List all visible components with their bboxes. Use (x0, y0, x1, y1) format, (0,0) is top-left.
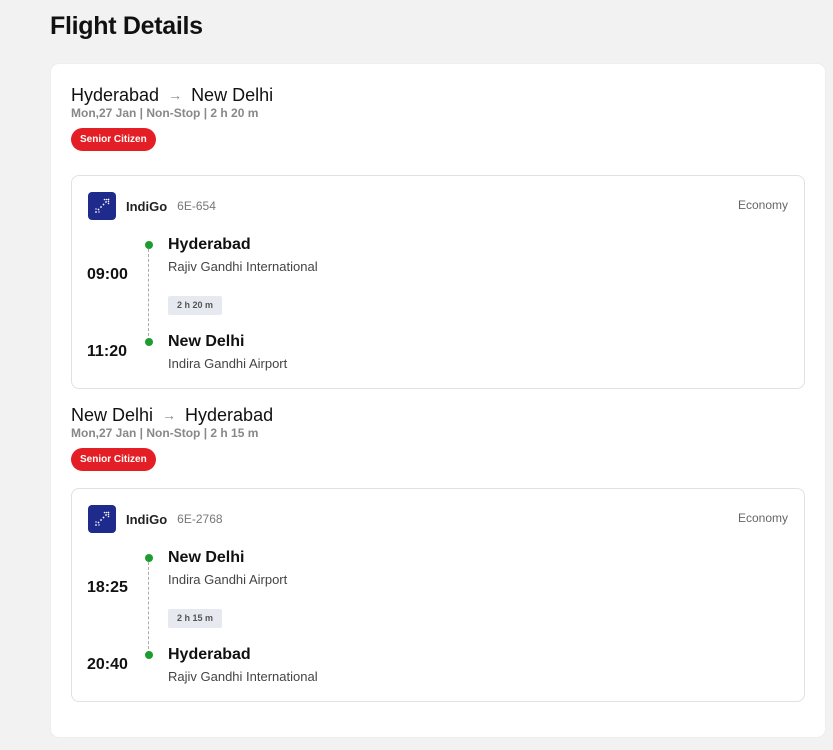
arrow-right-icon: → (162, 407, 177, 423)
journey-info: Mon,27 Jan | Non-Stop | 2 h 20 m (71, 106, 259, 120)
airline-name: IndiGo (126, 511, 168, 527)
route-destination: Hyderabad (185, 405, 274, 425)
route-origin: New Delhi (71, 405, 154, 425)
arrival-time: 20:40 (87, 656, 128, 673)
journey-info: Mon,27 Jan | Non-Stop | 2 h 15 m (71, 426, 259, 440)
route-title: Hyderabad → New Delhi (71, 84, 805, 106)
senior-citizen-badge: Senior Citizen (71, 448, 156, 471)
departure-time: 18:25 (87, 579, 128, 596)
airline-info: IndiGo 6E-2768 (88, 505, 223, 533)
arrival-dot-icon (145, 338, 153, 346)
route-line (148, 249, 149, 341)
journey-onward: Hyderabad → New Delhi Mon,27 Jan | Non-S… (71, 84, 805, 151)
arrival-airport: Indira Gandhi Airport (168, 356, 288, 371)
duration-badge: 2 h 20 m (168, 296, 223, 315)
arrival-city: Hyderabad (168, 646, 251, 663)
senior-citizen-badge: Senior Citizen (71, 128, 156, 151)
route-title: New Delhi → Hyderabad (71, 404, 805, 426)
cabin-class: Economy (737, 198, 788, 212)
cabin-class: Economy (737, 511, 788, 525)
flight-leg-card: IndiGo 6E-654 Economy 09:00 Hyderabad Ra… (71, 175, 805, 389)
arrival-dot-icon (145, 651, 153, 659)
arrow-right-icon: → (168, 87, 183, 103)
duration-badge: 2 h 15 m (168, 609, 223, 628)
flight-number: 6E-654 (177, 199, 216, 213)
departure-dot-icon (145, 554, 153, 562)
journey-return: New Delhi → Hyderabad Mon,27 Jan | Non-S… (71, 404, 805, 471)
flight-details-card: Hyderabad → New Delhi Mon,27 Jan | Non-S… (51, 64, 825, 737)
departure-time: 09:00 (87, 266, 128, 283)
indigo-logo-icon (88, 505, 116, 533)
departure-dot-icon (145, 241, 153, 249)
flight-leg-card: IndiGo 6E-2768 Economy 18:25 New Delhi I… (71, 488, 805, 702)
route-line (148, 562, 149, 654)
airline-name: IndiGo (126, 198, 168, 214)
departure-city: New Delhi (168, 549, 245, 566)
airline-info: IndiGo 6E-654 (88, 192, 216, 220)
arrival-city: New Delhi (168, 333, 245, 350)
route-origin: Hyderabad (71, 85, 160, 105)
journey-header: Hyderabad → New Delhi Mon,27 Jan | Non-S… (71, 84, 805, 151)
departure-airport: Indira Gandhi Airport (168, 572, 288, 587)
departure-airport: Rajiv Gandhi International (168, 259, 318, 274)
flight-number: 6E-2768 (177, 512, 223, 526)
route-destination: New Delhi (191, 85, 274, 105)
arrival-time: 11:20 (87, 343, 128, 360)
page-title: Flight Details (50, 12, 203, 40)
departure-city: Hyderabad (168, 236, 251, 253)
arrival-airport: Rajiv Gandhi International (168, 669, 318, 684)
indigo-logo-icon (88, 192, 116, 220)
journey-header: New Delhi → Hyderabad Mon,27 Jan | Non-S… (71, 404, 805, 471)
